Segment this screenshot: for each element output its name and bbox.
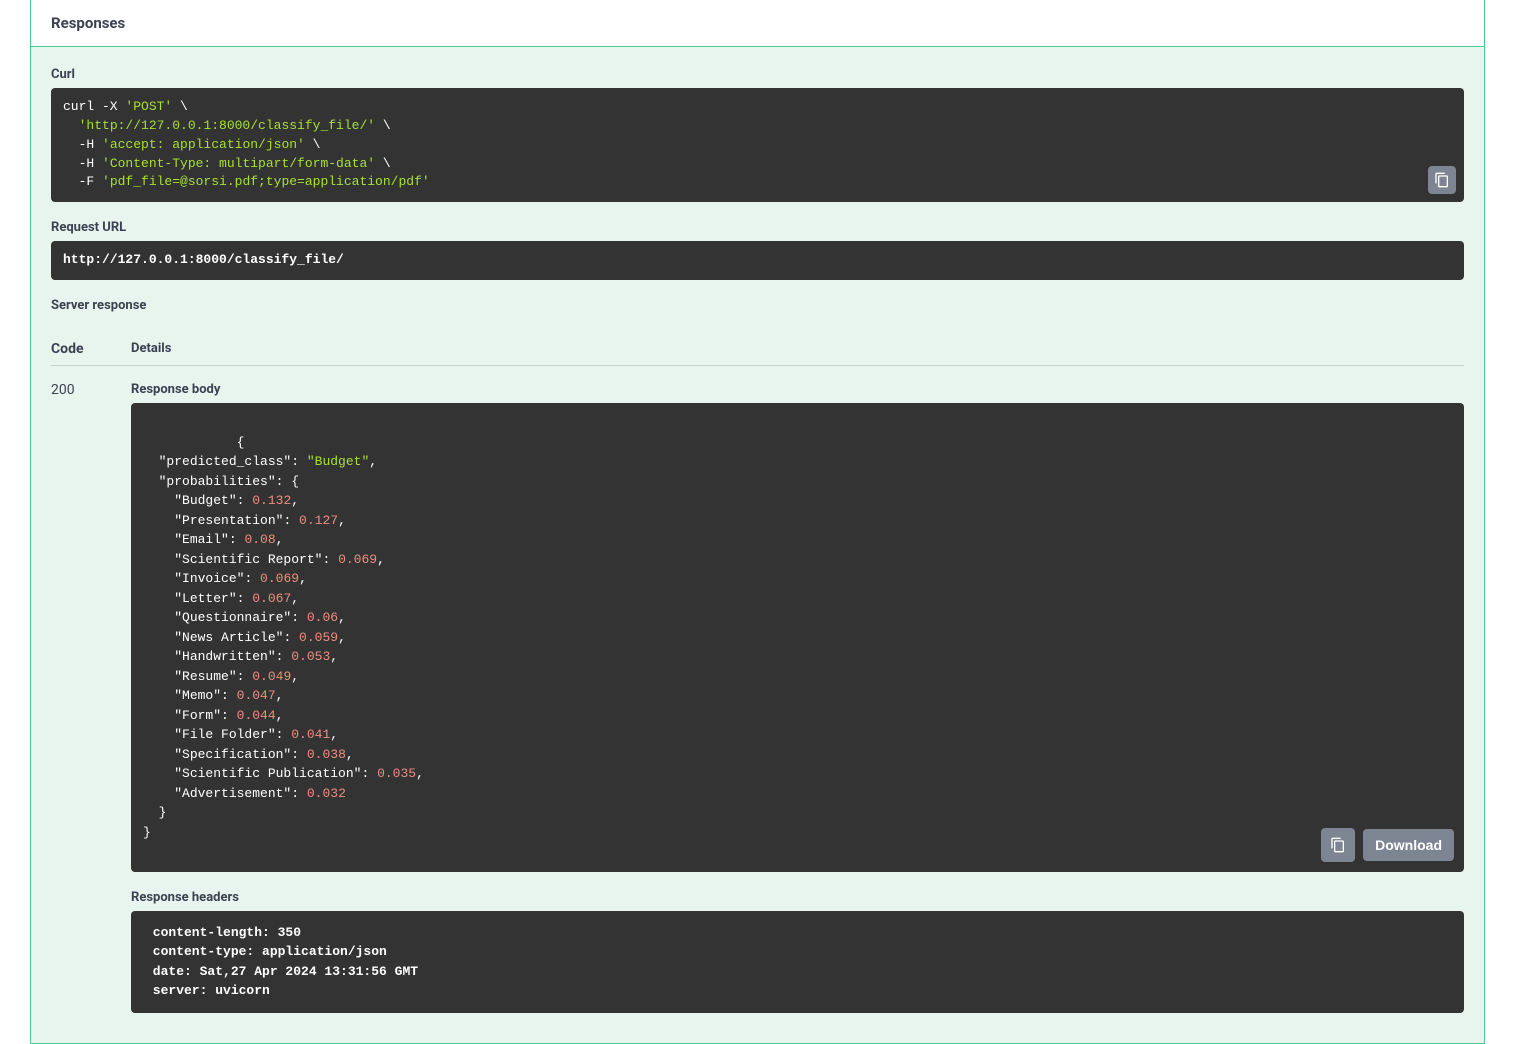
request-url-value: http://127.0.0.1:8000/classify_file/ <box>51 241 1464 280</box>
response-body-label: Response body <box>131 382 1464 397</box>
response-headers-label: Response headers <box>131 890 1464 905</box>
copy-curl-button[interactable] <box>1428 166 1456 194</box>
curl-cmd: curl -X <box>63 99 125 114</box>
request-url-label: Request URL <box>51 220 1464 235</box>
curl-url: 'http://127.0.0.1:8000/classify_file/' <box>79 118 375 133</box>
copy-response-button[interactable] <box>1321 828 1355 862</box>
download-button[interactable]: Download <box>1363 829 1454 861</box>
response-row: 200 Response body { "predicted_class": "… <box>51 382 1464 1013</box>
response-table-head: Code Details <box>51 331 1464 366</box>
curl-form-data: 'pdf_file=@sorsi.pdf;type=application/pd… <box>102 174 430 189</box>
responses-title: Responses <box>31 0 1484 47</box>
curl-method: 'POST' <box>125 99 172 114</box>
clipboard-icon <box>1330 837 1346 853</box>
curl-header-accept: 'accept: application/json' <box>102 137 305 152</box>
col-details: Details <box>131 341 171 357</box>
curl-label: Curl <box>51 67 1464 82</box>
clipboard-icon <box>1434 172 1450 188</box>
response-body: { "predicted_class": "Budget", "probabil… <box>131 403 1464 872</box>
responses-panel: Responses Curl curl -X 'POST' \ 'http://… <box>30 0 1485 1044</box>
server-response-label: Server response <box>51 298 1464 313</box>
curl-header-content-type: 'Content-Type: multipart/form-data' <box>102 156 375 171</box>
response-headers: content-length: 350 content-type: applic… <box>131 911 1464 1013</box>
status-code: 200 <box>51 382 131 1013</box>
live-response-region: Curl curl -X 'POST' \ 'http://127.0.0.1:… <box>31 47 1484 1043</box>
curl-code: curl -X 'POST' \ 'http://127.0.0.1:8000/… <box>51 88 1464 202</box>
col-code: Code <box>51 341 131 357</box>
